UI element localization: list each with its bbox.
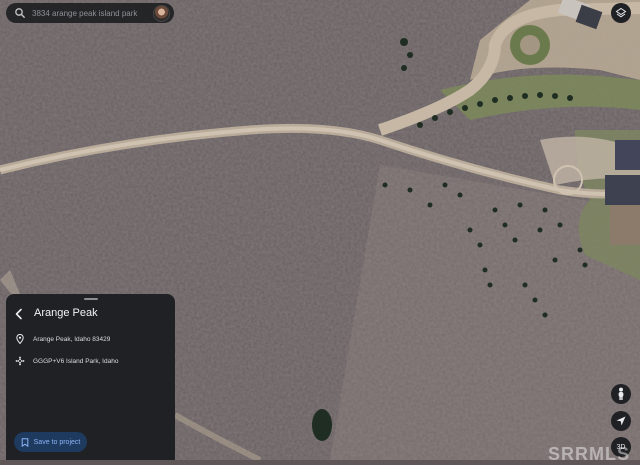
plus-code-icon <box>15 356 25 366</box>
address-text: Arange Peak, Idaho 83429 <box>33 335 111 343</box>
place-title: Arange Peak <box>34 307 98 319</box>
plus-code-row[interactable]: GGGP+V6 Island Park, Idaho <box>15 356 118 366</box>
save-to-project-label: Save to project <box>33 438 81 446</box>
place-panel: Arange Peak Arange Peak, Idaho 83429 GGG… <box>6 294 175 460</box>
layers-button[interactable] <box>611 3 631 23</box>
search-icon <box>15 8 25 18</box>
watermark: SRRMLS <box>548 444 630 464</box>
save-to-project-button[interactable]: Save to project <box>14 432 87 452</box>
compass-button[interactable] <box>611 411 631 431</box>
user-avatar[interactable] <box>153 4 170 22</box>
bookmark-icon <box>21 437 28 447</box>
drag-handle[interactable] <box>84 298 98 300</box>
pegman-button[interactable] <box>611 384 631 404</box>
back-arrow-icon[interactable] <box>13 308 25 320</box>
search-bar[interactable]: 3834 arange peak island park <box>6 3 174 23</box>
address-row[interactable]: Arange Peak, Idaho 83429 <box>15 334 110 344</box>
compass-icon <box>616 416 626 426</box>
pegman-icon <box>618 387 624 400</box>
layers-icon <box>615 7 627 18</box>
location-pin-icon <box>16 334 24 344</box>
plus-code-text: GGGP+V6 Island Park, Idaho <box>33 357 119 365</box>
search-query[interactable]: 3834 arange peak island park <box>32 9 153 18</box>
